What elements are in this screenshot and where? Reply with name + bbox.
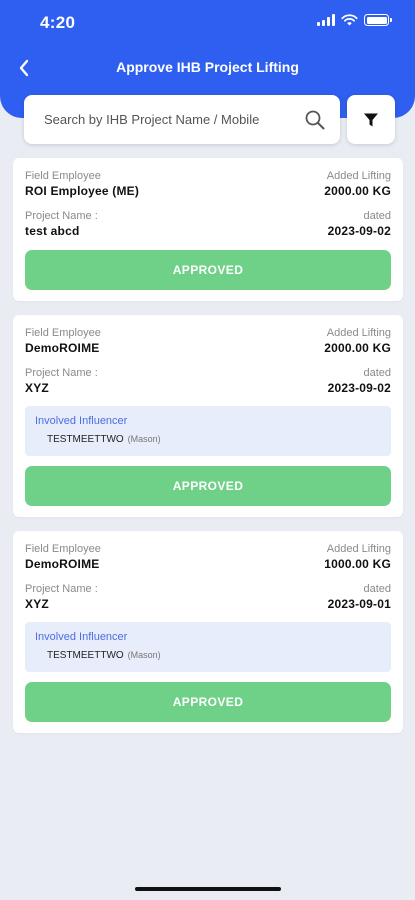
card-row-labels: Field Employee Added Lifting — [25, 169, 391, 183]
employee-name: DemoROIME — [25, 341, 100, 355]
status-icons — [317, 14, 392, 26]
home-indicator — [135, 887, 281, 891]
status-time: 4:20 — [40, 13, 76, 32]
influencer-name: TESTMEETTWO — [47, 650, 124, 661]
project-name: XYZ — [25, 381, 49, 395]
dated-label: dated — [363, 367, 391, 379]
lifting-card: Field Employee Added Lifting DemoROIME 2… — [13, 315, 403, 517]
dated-label: dated — [363, 583, 391, 595]
card-row-values: DemoROIME 2000.00 KG — [25, 340, 391, 357]
influencer-box: Involved Influencer TESTMEETTWO (Mason) — [25, 622, 391, 672]
status-bar: 4:20 — [0, 0, 415, 46]
project-name-label: Project Name : — [25, 583, 98, 595]
filter-icon — [364, 113, 378, 126]
lifting-quantity: 2000.00 KG — [324, 341, 391, 355]
project-name-label: Project Name : — [25, 367, 98, 379]
nav-bar: Approve IHB Project Lifting — [0, 50, 415, 86]
field-employee-label: Field Employee — [25, 170, 101, 182]
added-lifting-label: Added Lifting — [326, 327, 391, 339]
project-name: XYZ — [25, 597, 49, 611]
card-row-values: DemoROIME 1000.00 KG — [25, 556, 391, 573]
card-row-labels: Project Name : dated — [25, 209, 391, 223]
search-box — [24, 95, 340, 144]
project-name: test abcd — [25, 224, 80, 238]
project-date: 2023-09-02 — [327, 224, 391, 238]
lifting-card: Field Employee Added Lifting DemoROIME 1… — [13, 531, 403, 733]
lifting-quantity: 1000.00 KG — [324, 557, 391, 571]
lifting-card: Field Employee Added Lifting ROI Employe… — [13, 158, 403, 301]
filter-button[interactable] — [347, 95, 395, 144]
added-lifting-label: Added Lifting — [326, 543, 391, 555]
search-input[interactable] — [44, 112, 304, 127]
project-date: 2023-09-02 — [327, 381, 391, 395]
influencer-entry: TESTMEETTWO (Mason) — [35, 648, 381, 663]
influencer-box: Involved Influencer TESTMEETTWO (Mason) — [25, 406, 391, 456]
project-name-label: Project Name : — [25, 210, 98, 222]
approved-button[interactable]: APPROVED — [25, 466, 391, 506]
cellular-signal-icon — [317, 14, 335, 26]
card-row-values: XYZ 2023-09-02 — [25, 380, 391, 397]
search-icon[interactable] — [304, 109, 326, 131]
field-employee-label: Field Employee — [25, 327, 101, 339]
project-date: 2023-09-01 — [327, 597, 391, 611]
added-lifting-label: Added Lifting — [326, 170, 391, 182]
card-row-labels: Field Employee Added Lifting — [25, 542, 391, 556]
card-row-values: ROI Employee (ME) 2000.00 KG — [25, 183, 391, 200]
lifting-list: Field Employee Added Lifting ROI Employe… — [13, 158, 403, 747]
influencer-title: Involved Influencer — [35, 415, 128, 427]
field-employee-label: Field Employee — [25, 543, 101, 555]
influencer-role: (Mason) — [127, 434, 161, 444]
influencer-name: TESTMEETTWO — [47, 434, 124, 445]
influencer-role: (Mason) — [127, 650, 161, 660]
influencer-entry: TESTMEETTWO (Mason) — [35, 432, 381, 447]
employee-name: ROI Employee (ME) — [25, 184, 140, 198]
approved-button[interactable]: APPROVED — [25, 250, 391, 290]
lifting-quantity: 2000.00 KG — [324, 184, 391, 198]
approved-button[interactable]: APPROVED — [25, 682, 391, 722]
wifi-icon — [341, 14, 358, 26]
card-row-labels: Field Employee Added Lifting — [25, 326, 391, 340]
card-row-values: test abcd 2023-09-02 — [25, 223, 391, 240]
card-row-labels: Project Name : dated — [25, 366, 391, 380]
battery-icon — [364, 14, 392, 26]
card-row-labels: Project Name : dated — [25, 582, 391, 596]
employee-name: DemoROIME — [25, 557, 100, 571]
influencer-title: Involved Influencer — [35, 631, 128, 643]
card-row-values: XYZ 2023-09-01 — [25, 596, 391, 613]
page-title: Approve IHB Project Lifting — [116, 59, 299, 75]
dated-label: dated — [363, 210, 391, 222]
